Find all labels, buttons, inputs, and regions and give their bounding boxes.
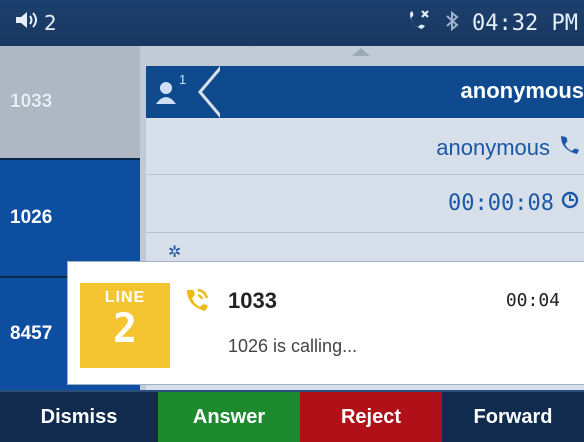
incoming-message: 1026 is calling...	[228, 336, 358, 356]
ringing-phone-icon	[182, 286, 212, 322]
incoming-caller: 1033	[228, 288, 277, 313]
settings-icon: ✲	[168, 242, 182, 261]
incoming-call-popup[interactable]: LINE 2 1033 00:04 1026 is calling...	[68, 262, 584, 384]
bluetooth-icon	[444, 10, 460, 37]
person-icon: 1	[156, 72, 186, 104]
line-key-1033[interactable]: 1033	[0, 46, 140, 158]
forward-button[interactable]: Forward	[442, 390, 584, 442]
line-key-1026[interactable]: 1026	[0, 160, 140, 276]
volume-icon	[14, 10, 40, 35]
missed-call-icon	[406, 9, 432, 38]
back-chevron-inner	[202, 66, 224, 118]
ring-duration: 00:04	[505, 290, 560, 311]
softkey-bar: Dismiss Answer Reject Forward	[0, 390, 584, 442]
line-badge-number: 2	[112, 306, 138, 352]
line-badge: LINE 2	[80, 283, 170, 368]
caller-row: anonymous	[436, 134, 580, 162]
call-duration: 00:00:08	[448, 190, 554, 216]
line-badge-label: LINE	[104, 289, 146, 306]
phone-icon	[558, 134, 580, 162]
details-divider	[146, 174, 584, 175]
participant-count: 1	[179, 72, 186, 87]
call-header-name: anonymous	[460, 78, 584, 103]
reject-button[interactable]: Reject	[300, 390, 442, 442]
details-divider	[146, 232, 584, 233]
line-key-label: 1033	[10, 91, 53, 112]
clock-icon	[560, 190, 580, 216]
volume-indicator: 2	[14, 10, 57, 35]
call-timer: 00:00:08	[448, 190, 580, 216]
dismiss-button[interactable]: Dismiss	[0, 390, 158, 442]
line-key-label: 8457	[10, 323, 53, 344]
call-header: 1 anonymous	[146, 66, 584, 118]
panel-notch	[352, 48, 370, 56]
answer-button[interactable]: Answer	[158, 390, 300, 442]
contact-avatar: 1	[146, 66, 204, 118]
caller-name: anonymous	[436, 135, 550, 160]
status-bar: 2 04:32 PM	[0, 0, 584, 46]
clock: 04:32 PM	[472, 11, 578, 36]
line-key-label: 1026	[10, 207, 53, 228]
volume-level: 2	[44, 10, 57, 35]
